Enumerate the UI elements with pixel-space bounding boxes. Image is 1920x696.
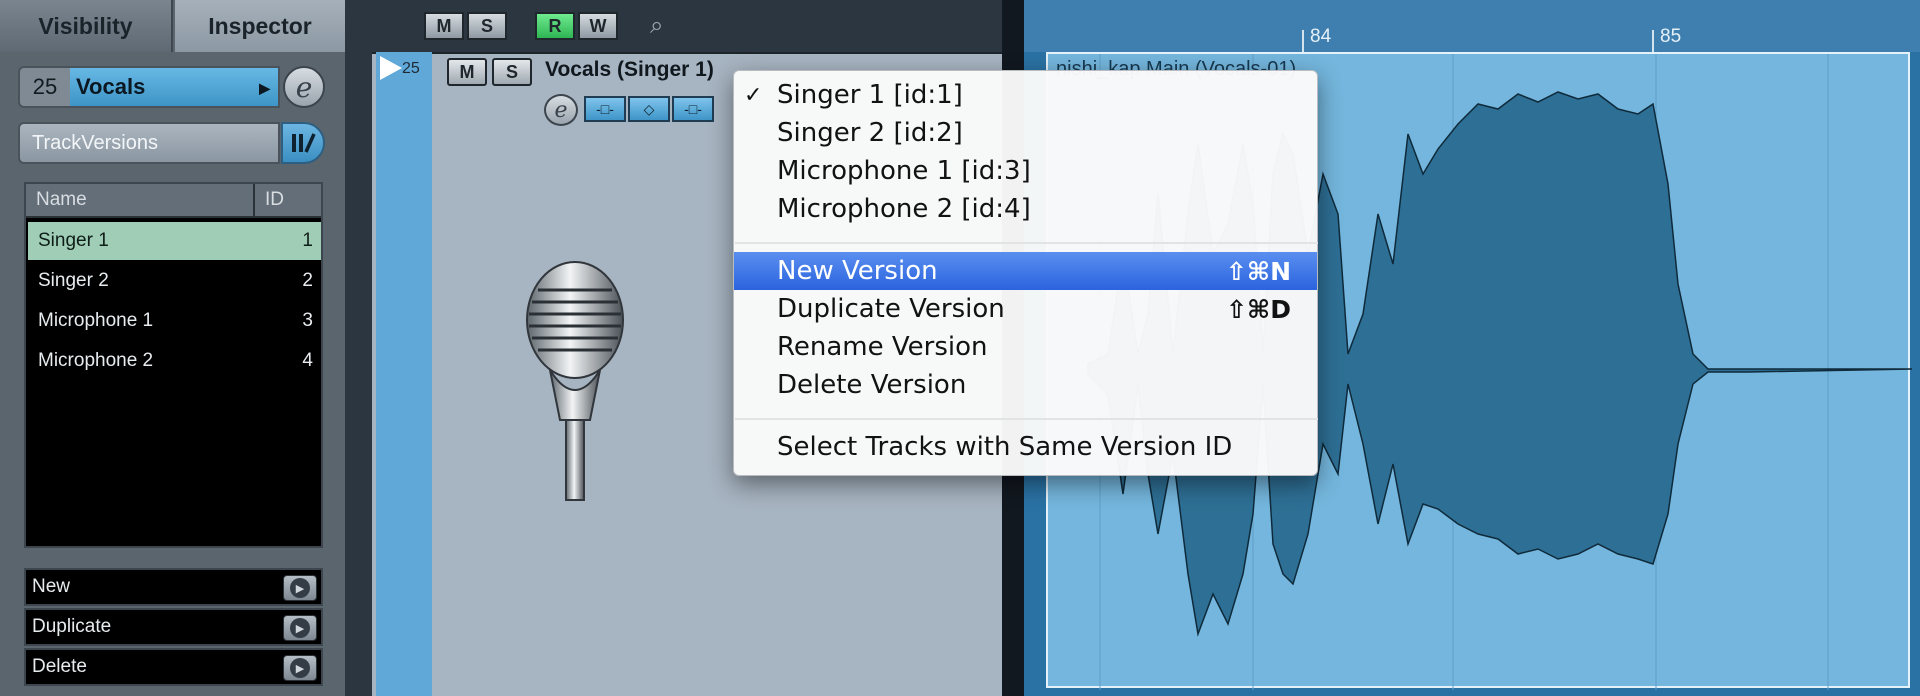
menu-item-version[interactable]: Microphone 2 [id:4] [734, 190, 1317, 228]
ruler-tick [1302, 30, 1304, 52]
menu-item-shortcut: ⇧⌘N [1225, 256, 1291, 286]
mute-button[interactable]: M [447, 58, 487, 86]
read-automation-icon[interactable]: -□- [584, 96, 626, 122]
version-name: Singer 1 [38, 230, 109, 251]
version-name: Singer 2 [38, 270, 109, 291]
version-name: Microphone 2 [38, 350, 154, 371]
track-versions-list-header: Name ID [26, 184, 321, 218]
track-number: 25 [402, 60, 420, 77]
inspector-track-header[interactable]: 25 Vocals ▶ [18, 66, 280, 108]
version-row[interactable]: Singer 1 1 [28, 222, 321, 260]
track-title[interactable]: Vocals (Singer 1) [545, 58, 714, 82]
version-id: 2 [302, 270, 313, 291]
inspector-track-name-label: Vocals [76, 74, 146, 99]
solo-button[interactable]: S [492, 58, 532, 86]
menu-item-label: Singer 2 [id:2] [777, 118, 963, 148]
play-icon[interactable]: ▶ [283, 615, 317, 641]
menu-separator [735, 242, 1318, 244]
lanes-icon[interactable]: -□- [672, 96, 714, 122]
menu-item-label: New Version [777, 256, 938, 286]
selected-track-arrow-icon [380, 56, 402, 80]
version-row[interactable]: Singer 2 2 [28, 262, 321, 300]
action-label: New [32, 576, 71, 597]
global-read-button[interactable]: R [535, 12, 575, 40]
version-name: Microphone 1 [38, 310, 154, 331]
menu-item-duplicate-version[interactable]: Duplicate Version ⇧⌘D [734, 290, 1317, 328]
global-solo-button[interactable]: S [467, 12, 507, 40]
play-icon[interactable]: ▶ [283, 655, 317, 681]
microphone-image [526, 261, 624, 501]
inspector-track-name[interactable]: Vocals ▶ [70, 68, 278, 106]
new-version-action[interactable]: New ▶ [24, 568, 323, 606]
track-versions-context-menu: ✓ Singer 1 [id:1] Singer 2 [id:2] Microp… [733, 70, 1318, 476]
ruler-tick [1652, 30, 1654, 52]
edit-icon[interactable]: e [544, 94, 578, 126]
menu-item-select-tracks-same-version[interactable]: Select Tracks with Same Version ID [734, 428, 1317, 466]
track-versions-icon[interactable] [281, 122, 325, 164]
tab-visibility[interactable]: Visibility [0, 0, 173, 52]
menu-item-shortcut: ⇧⌘D [1226, 294, 1291, 324]
menu-item-version[interactable]: Microphone 1 [id:3] [734, 152, 1317, 190]
edit-channel-button[interactable]: e [283, 66, 325, 108]
checkmark-icon: ✓ [744, 82, 763, 108]
search-icon[interactable]: ⌕ [650, 12, 663, 40]
edit-icon: e [295, 70, 313, 104]
track-versions-section-header[interactable]: TrackVersions [18, 122, 280, 164]
menu-item-version[interactable]: Singer 2 [id:2] [734, 114, 1317, 152]
chevron-right-icon: ▶ [259, 80, 270, 96]
ruler-bar-number: 85 [1660, 26, 1682, 47]
column-header-name[interactable]: Name [26, 184, 255, 216]
version-row[interactable]: Microphone 1 3 [28, 302, 321, 340]
global-mute-button[interactable]: M [424, 12, 464, 40]
track-versions-label: TrackVersions [32, 131, 158, 154]
menu-item-label: Microphone 2 [id:4] [777, 194, 1031, 224]
column-header-id[interactable]: ID [255, 184, 321, 216]
menu-item-label: Delete Version [777, 370, 967, 400]
play-icon[interactable]: ▶ [283, 575, 317, 601]
global-write-button[interactable]: W [578, 12, 618, 40]
menu-item-delete-version[interactable]: Delete Version [734, 366, 1317, 404]
monitor-icon[interactable]: ◇ [628, 96, 670, 122]
version-id: 1 [302, 230, 313, 251]
action-label: Duplicate [32, 616, 112, 637]
delete-version-action[interactable]: Delete ▶ [24, 648, 323, 686]
tab-inspector[interactable]: Inspector [175, 0, 345, 52]
menu-item-label: Duplicate Version [777, 294, 1005, 324]
menu-item-label: Microphone 1 [id:3] [777, 156, 1031, 186]
menu-item-version[interactable]: ✓ Singer 1 [id:1] [734, 76, 1317, 114]
track-color-strip[interactable] [376, 52, 432, 696]
ruler[interactable] [1024, 0, 1920, 52]
inspector-track-number: 25 [32, 74, 58, 99]
track-versions-list: Name ID Singer 1 1 Singer 2 2 Microphone… [24, 182, 323, 548]
menu-item-new-version[interactable]: New Version ⇧⌘N [734, 252, 1317, 290]
version-row[interactable]: Microphone 2 4 [28, 342, 321, 380]
menu-separator [735, 418, 1318, 420]
menu-item-label: Select Tracks with Same Version ID [777, 432, 1233, 462]
duplicate-version-action[interactable]: Duplicate ▶ [24, 608, 323, 646]
version-id: 4 [302, 350, 313, 371]
ruler-bar-number: 84 [1310, 26, 1332, 47]
menu-item-label: Rename Version [777, 332, 988, 362]
menu-item-label: Singer 1 [id:1] [777, 80, 963, 110]
action-label: Delete [32, 656, 87, 677]
version-id: 3 [302, 310, 313, 331]
menu-item-rename-version[interactable]: Rename Version [734, 328, 1317, 366]
